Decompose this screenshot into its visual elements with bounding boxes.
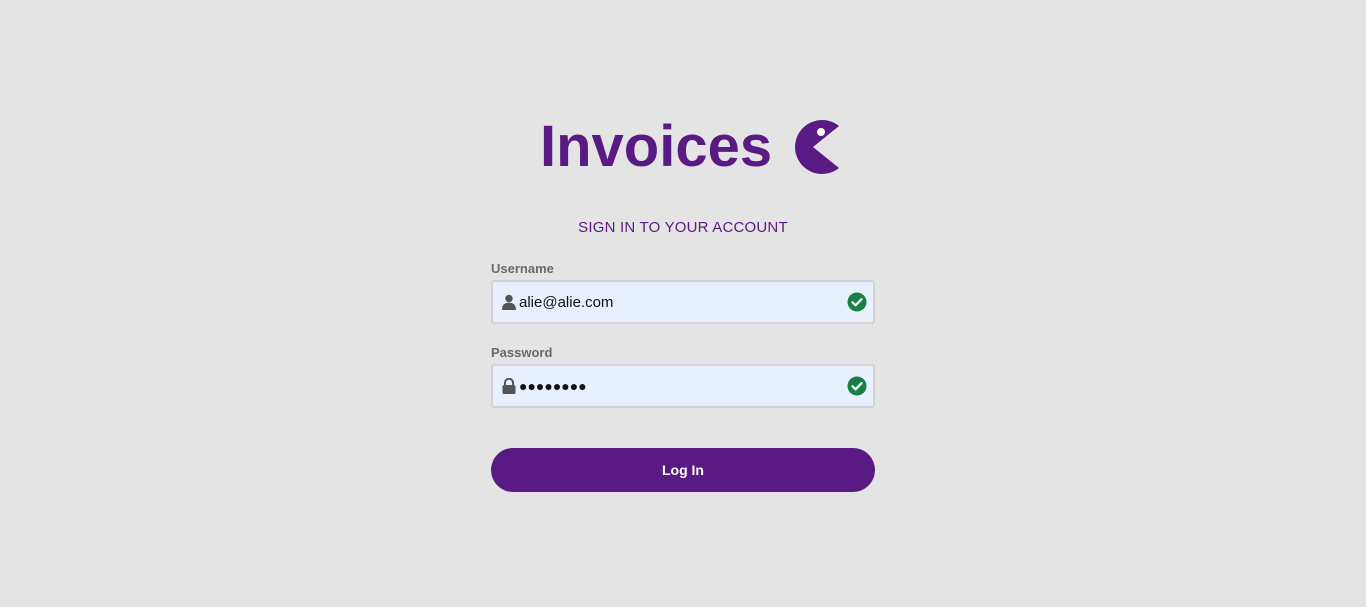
username-label: Username bbox=[491, 261, 554, 276]
username-field[interactable]: alie@alie.com bbox=[491, 280, 875, 324]
brand-header: Invoices bbox=[540, 112, 842, 182]
pacman-logo-icon bbox=[795, 120, 840, 174]
password-label: Password bbox=[491, 345, 553, 360]
user-icon bbox=[501, 294, 517, 310]
app-title: Invoices bbox=[540, 114, 773, 179]
check-circle-icon bbox=[847, 292, 867, 312]
lock-icon bbox=[501, 378, 517, 394]
signin-heading: SIGN IN TO YOUR ACCOUNT bbox=[578, 219, 788, 236]
password-value: ●●●●●●●● bbox=[519, 378, 587, 394]
check-circle-icon bbox=[847, 376, 867, 396]
password-field[interactable]: ●●●●●●●● bbox=[491, 364, 875, 408]
login-page: Invoices SIGN IN TO YOUR ACCOUNT Usernam… bbox=[0, 0, 1366, 607]
login-button[interactable]: Log In bbox=[491, 448, 875, 492]
username-value: alie@alie.com bbox=[519, 293, 614, 311]
